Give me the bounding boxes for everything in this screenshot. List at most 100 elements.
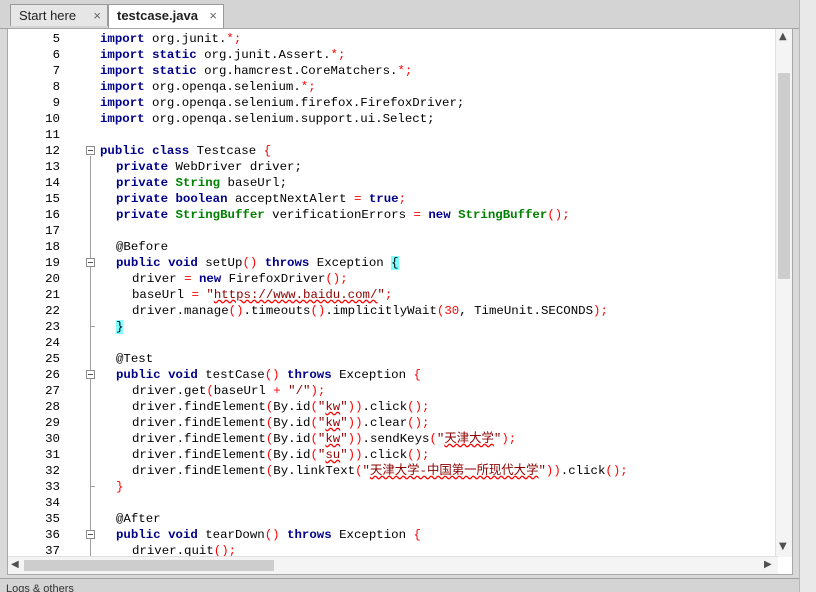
- line-number: 11: [45, 128, 60, 142]
- code-line: driver.findElement(By.id("kw")).sendKeys…: [132, 431, 778, 447]
- operator: ): [355, 400, 363, 414]
- line-number: 21: [45, 288, 60, 302]
- operator: =: [191, 288, 199, 302]
- horizontal-scroll-thumb[interactable]: [24, 560, 274, 571]
- code-line: @Before: [116, 239, 778, 255]
- code-text: acceptNextAlert: [227, 192, 354, 206]
- operator: ): [501, 432, 509, 446]
- operator: ;: [317, 384, 326, 398]
- code-text: org.openqa.selenium.firefox.FirefoxDrive…: [144, 96, 465, 110]
- code-text: testCase: [197, 368, 265, 382]
- vertical-scroll-thumb[interactable]: [778, 73, 790, 279]
- code-line: import org.openqa.selenium.support.ui.Se…: [100, 111, 778, 127]
- keyword: true: [368, 192, 399, 206]
- keyword: throws: [287, 368, 332, 382]
- operator: (): [264, 528, 280, 542]
- operator: *: [397, 64, 405, 78]
- operator: (): [547, 208, 563, 222]
- string-literal: ": [340, 416, 348, 430]
- editor-tab-bar: Start here × testcase.java ×: [0, 0, 800, 29]
- operator: (): [605, 464, 621, 478]
- code-line: driver.quit();: [132, 543, 778, 557]
- line-number: 34: [45, 496, 60, 510]
- scroll-up-arrow-icon[interactable]: ▲: [779, 31, 787, 42]
- logs-panel-header[interactable]: Logs & others: [0, 578, 800, 592]
- string-literal: kw: [325, 416, 341, 430]
- operator: (): [407, 416, 423, 430]
- tab-start-here[interactable]: Start here ×: [10, 4, 108, 26]
- operator: *: [226, 32, 234, 46]
- keyword: import: [100, 32, 145, 46]
- code-text: By.id: [273, 432, 311, 446]
- keyword: import: [100, 48, 145, 62]
- operator: =: [353, 192, 362, 206]
- keyword: private: [116, 192, 169, 206]
- code-line: driver.findElement(By.id("kw")).click();: [132, 399, 778, 415]
- operator: ;: [620, 464, 628, 478]
- line-number: 9: [52, 96, 60, 110]
- code-text: org.junit.: [144, 32, 227, 46]
- scroll-right-arrow-icon[interactable]: ▶: [764, 559, 772, 570]
- operator: (): [228, 304, 244, 318]
- keyword: public: [116, 256, 161, 270]
- keyword: static: [152, 64, 197, 78]
- code-text: org.junit.Assert.: [196, 48, 331, 62]
- string-literal: 天津大学: [444, 432, 494, 446]
- code-line: @Test: [116, 351, 778, 367]
- keyword: import: [100, 112, 145, 126]
- code-line: driver.manage().timeouts().implicitlyWai…: [132, 303, 778, 319]
- scroll-down-arrow-icon[interactable]: ▼: [779, 541, 787, 552]
- string-literal: "/": [280, 384, 311, 398]
- tab-testcase-java[interactable]: testcase.java ×: [108, 4, 224, 28]
- logs-panel-label: Logs & others: [6, 583, 74, 592]
- string-literal: ": [362, 464, 370, 478]
- line-number: 17: [45, 224, 60, 238]
- line-number: 13: [45, 160, 60, 174]
- code-text-area[interactable]: import org.junit.*; import static org.ju…: [88, 29, 778, 557]
- line-number: 33: [45, 480, 60, 494]
- horizontal-scrollbar[interactable]: ◀ ▶: [8, 556, 778, 574]
- code-line: driver.get(baseUrl + "/");: [132, 383, 778, 399]
- operator: (: [206, 384, 214, 398]
- operator: (: [429, 432, 437, 446]
- close-icon[interactable]: ×: [209, 5, 217, 27]
- line-number: 28: [45, 400, 60, 414]
- operator: (: [310, 400, 318, 414]
- line-number: 18: [45, 240, 60, 254]
- string-literal: ": [538, 464, 546, 478]
- code-text: .click: [362, 400, 408, 414]
- line-number: 26: [45, 368, 60, 382]
- code-text: .timeouts: [243, 304, 311, 318]
- operator: (: [310, 416, 318, 430]
- code-line: public void tearDown() throws Exception …: [116, 527, 778, 543]
- number-literal: 30: [444, 304, 460, 318]
- keyword: void: [168, 528, 198, 542]
- window-right-edge: [799, 0, 816, 592]
- line-number: 19: [45, 256, 60, 270]
- code-text: .click: [362, 448, 408, 462]
- operator: (: [310, 432, 318, 446]
- scroll-left-arrow-icon[interactable]: ◀: [11, 559, 19, 570]
- annotation: @Test: [116, 352, 154, 366]
- operator: ;: [308, 80, 316, 94]
- line-number: 36: [45, 528, 60, 542]
- operator: ): [310, 384, 318, 398]
- operator: ): [347, 448, 356, 462]
- code-text: driver.findElement: [132, 432, 266, 446]
- line-number: 6: [52, 48, 60, 62]
- code-text: By.id: [273, 448, 311, 462]
- type-name: String: [175, 176, 221, 190]
- code-text: baseUrl;: [220, 176, 288, 190]
- close-icon[interactable]: ×: [93, 5, 101, 27]
- vertical-scrollbar[interactable]: ▲ ▼: [775, 29, 792, 557]
- operator: ;: [422, 416, 430, 430]
- code-text: Testcase: [189, 144, 264, 158]
- keyword: public: [100, 144, 145, 158]
- line-number: 29: [45, 416, 60, 430]
- operator: ;: [340, 272, 348, 286]
- operator: {: [263, 144, 272, 158]
- code-editor[interactable]: 5 6 7 8 9 10 11 12 13 14 15 16 17 18 19 …: [7, 28, 793, 575]
- string-literal: ": [340, 432, 348, 446]
- keyword: private: [116, 208, 169, 222]
- string-literal: ": [206, 288, 214, 302]
